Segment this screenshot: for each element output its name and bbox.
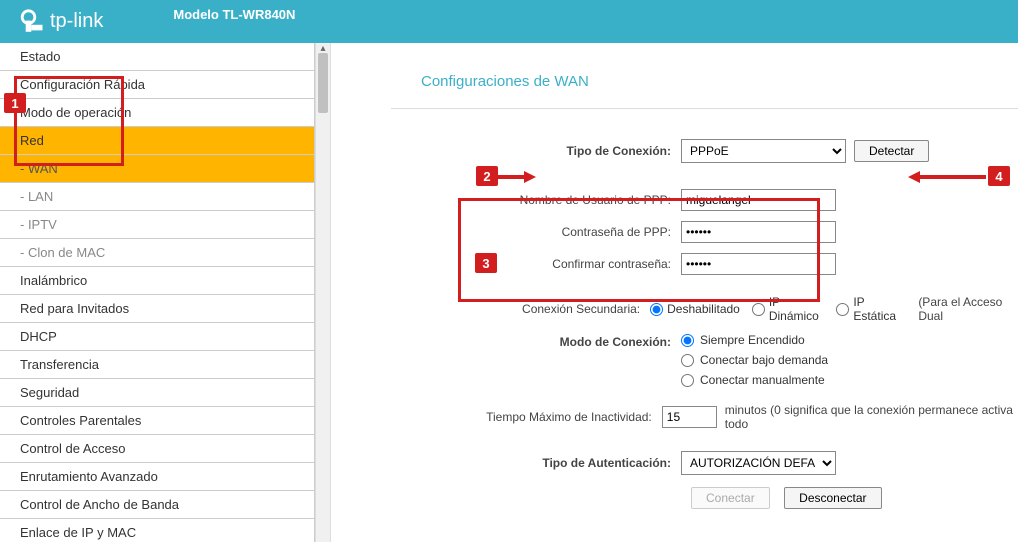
sidebar-item-0[interactable]: Estado (0, 43, 314, 71)
sidebar-item-9[interactable]: Red para Invitados (0, 295, 314, 323)
app-header: tp-link Modelo TL-WR840N (0, 0, 1018, 43)
auth-select[interactable]: AUTORIZACIÓN DEFAULT (681, 451, 836, 475)
marker-1: 1 (4, 93, 26, 113)
model-block: Modelo TL-WR840N (173, 7, 295, 22)
ppp-user-input[interactable] (681, 189, 836, 211)
connect-button[interactable]: Conectar (691, 487, 770, 509)
main-panel: Configuraciones de WAN Tipo de Conexión:… (331, 43, 1018, 542)
sidebar-item-4[interactable]: - WAN (0, 155, 314, 183)
sidebar-item-12[interactable]: Seguridad (0, 379, 314, 407)
sidebar-item-7[interactable]: - Clon de MAC (0, 239, 314, 267)
sec-note: (Para el Acceso Dual (918, 295, 1018, 323)
idle-after: minutos (0 significa que la conexión per… (725, 403, 1018, 431)
marker-3: 3 (475, 253, 497, 273)
sidebar-item-15[interactable]: Enrutamiento Avanzado (0, 463, 314, 491)
marker-4: 4 (988, 166, 1010, 186)
scroll-thumb[interactable] (318, 53, 328, 113)
ppp-pass-label: Contraseña de PPP: (391, 225, 681, 239)
sidebar-item-16[interactable]: Control de Ancho de Banda (0, 491, 314, 519)
idle-label: Tiempo Máximo de Inactividad: (391, 410, 662, 424)
sidebar-item-10[interactable]: DHCP (0, 323, 314, 351)
divider (391, 108, 1018, 109)
sidebar: EstadoConfiguración RápidaModo de operac… (0, 43, 315, 542)
detect-button[interactable]: Detectar (854, 140, 929, 162)
conn-mode-demand[interactable]: Conectar bajo demanda (681, 353, 828, 367)
brand-logo: tp-link (18, 8, 103, 36)
arrow-2 (498, 170, 536, 184)
conn-mode-label: Modo de Conexión: (391, 333, 681, 349)
sidebar-item-17[interactable]: Enlace de IP y MAC (0, 519, 314, 542)
section-title: Configuraciones de WAN (421, 73, 1018, 90)
ppp-pass-input[interactable] (681, 221, 836, 243)
idle-input[interactable] (662, 406, 717, 428)
auth-label: Tipo de Autenticación: (391, 456, 681, 470)
ppp-pass2-input[interactable] (681, 253, 836, 275)
sidebar-item-2[interactable]: Modo de operación (0, 99, 314, 127)
brand-text: tp-link (50, 10, 103, 33)
sidebar-item-6[interactable]: - IPTV (0, 211, 314, 239)
marker-2: 2 (476, 166, 498, 186)
ppp-user-label: Nombre de Usuario de PPP: (391, 193, 681, 207)
sec-opt-static[interactable]: IP Estática (836, 295, 902, 323)
conn-mode-always[interactable]: Siempre Encendido (681, 333, 828, 347)
conn-mode-manual[interactable]: Conectar manualmente (681, 373, 828, 387)
sec-conn-label: Conexión Secundaria: (391, 302, 650, 316)
model-label: Modelo TL-WR840N (173, 7, 295, 22)
sidebar-scrollbar[interactable]: ▴ (315, 43, 331, 542)
arrow-4 (908, 170, 986, 184)
sidebar-item-8[interactable]: Inalámbrico (0, 267, 314, 295)
tplink-logo-icon (18, 8, 46, 36)
ppp-pass2-label: Confirmar contraseña: (391, 257, 681, 271)
sec-opt-dyn[interactable]: IP Dinámico (752, 295, 825, 323)
sidebar-item-5[interactable]: - LAN (0, 183, 314, 211)
sidebar-item-11[interactable]: Transferencia (0, 351, 314, 379)
disconnect-button[interactable]: Desconectar (784, 487, 881, 509)
conn-type-label: Tipo de Conexión: (391, 144, 681, 158)
sidebar-item-14[interactable]: Control de Acceso (0, 435, 314, 463)
sidebar-item-1[interactable]: Configuración Rápida (0, 71, 314, 99)
sidebar-item-13[interactable]: Controles Parentales (0, 407, 314, 435)
sidebar-item-3[interactable]: Red (0, 127, 314, 155)
sec-opt-disabled[interactable]: Deshabilitado (650, 302, 740, 316)
conn-type-select[interactable]: PPPoE (681, 139, 846, 163)
